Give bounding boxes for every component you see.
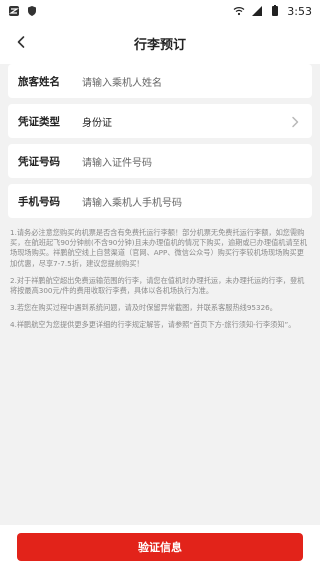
notes-section: 1.请务必注意您购买的机票是否含有免费托运行李额！部分机票无免费托运行李额，如您… — [10, 228, 310, 331]
id-type-field[interactable]: 凭证类型 身份证 — [8, 104, 312, 138]
id-number-field[interactable]: 凭证号码 请输入证件号码 — [8, 144, 312, 178]
note-paragraph: 3.若您在购买过程中遇到系统问题，请及时保留异常截图，并联系客服热线95326。 — [10, 303, 277, 313]
passenger-name-input[interactable]: 请输入乘机人姓名 — [82, 74, 302, 89]
chevron-right-icon — [288, 114, 302, 128]
field-label: 手机号码 — [18, 195, 60, 208]
content-area: 旅客姓名 请输入乘机人姓名 凭证类型 身份证 凭证号码 请输入证件号码 手机号码… — [0, 64, 320, 338]
note-paragraph: 4.祥鹏航空为您提供更多更详细的行李规定解答，请参照“首页下方-旅行须知-行李须… — [10, 320, 296, 330]
shield-icon — [26, 5, 38, 17]
bottom-bar: 验证信息 — [0, 525, 320, 569]
passenger-name-field[interactable]: 旅客姓名 请输入乘机人姓名 — [8, 64, 312, 98]
field-label: 凭证号码 — [18, 155, 60, 168]
page-title: 行李预订 — [133, 37, 186, 53]
note-paragraph: 1.请务必注意您购买的机票是否含有免费托运行李额！部分机票无免费托运行李额，如您… — [10, 228, 308, 268]
signal-icon — [251, 5, 263, 17]
id-number-input[interactable]: 请输入证件号码 — [82, 154, 302, 169]
status-bar: 3:53 — [0, 0, 320, 22]
status-left — [8, 5, 38, 17]
app-icon — [8, 5, 20, 17]
battery-icon — [269, 5, 281, 17]
phone-number-field[interactable]: 手机号码 请输入乘机人手机号码 — [8, 184, 312, 218]
status-right: 3:53 — [233, 5, 312, 18]
chevron-left-icon — [14, 34, 28, 53]
top-header: 行李预订 — [0, 22, 320, 64]
note-paragraph: 2.对于祥鹏航空超出免费运输范围的行李，请您在值机时办理托运，未办理托运的行李，… — [10, 275, 305, 296]
id-type-value[interactable]: 身份证 — [82, 114, 302, 129]
back-button[interactable] — [10, 32, 32, 54]
field-label: 凭证类型 — [18, 115, 60, 128]
wifi-icon — [233, 5, 245, 17]
field-label: 旅客姓名 — [18, 75, 60, 88]
phone-number-input[interactable]: 请输入乘机人手机号码 — [82, 194, 302, 209]
status-time: 3:53 — [287, 4, 312, 18]
verify-info-button[interactable]: 验证信息 — [17, 533, 303, 561]
